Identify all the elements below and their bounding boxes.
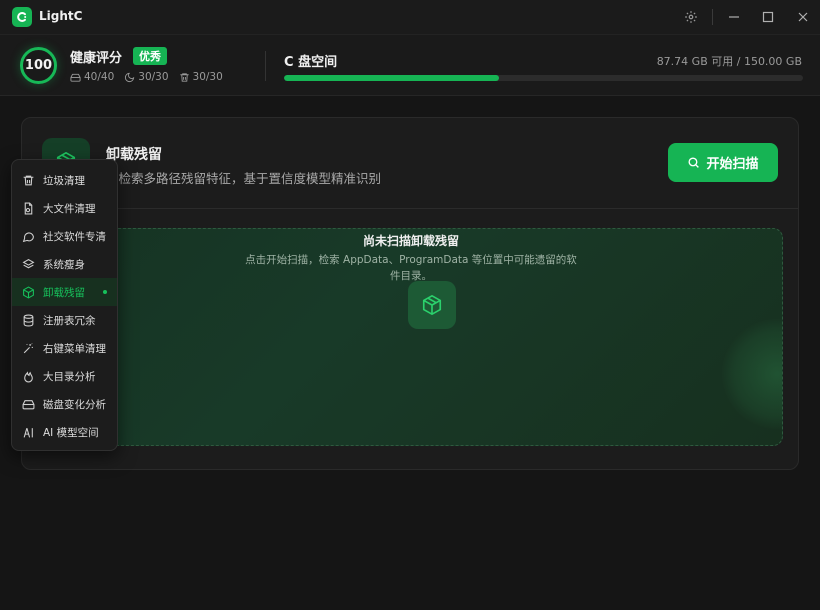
package-icon [23, 286, 34, 298]
close-button[interactable] [793, 7, 813, 27]
disk-title: C 盘空间 [284, 55, 338, 70]
search-icon [688, 157, 700, 168]
stat-memory-value: 30/30 [138, 71, 169, 83]
tool-menu: 垃圾清理 大文件清理 社交软件专清 系统瘦身 卸载残留 注册表冗余 右键菜单清理… [11, 159, 118, 451]
menu-item-label: 社交软件专清 [43, 230, 106, 243]
start-scan-label: 开始扫描 [706, 157, 759, 172]
uninstall-residue-card: 卸载残留 度检索多路径残留特征，基于置信度模型精准识别 开始扫描 尚未扫描卸载残… [21, 117, 799, 470]
health-score-title: 健康评分 [70, 51, 123, 66]
minimize-button[interactable] [724, 7, 744, 27]
hard-drive-icon [22, 399, 35, 409]
app-logo-icon [12, 7, 32, 27]
menu-item-system-slim[interactable]: 系统瘦身 [12, 250, 117, 278]
trash-icon [23, 175, 34, 185]
stat-junk: 30/30 [179, 71, 223, 83]
wand-icon [23, 342, 33, 353]
menu-item-label: 卸载残留 [43, 286, 85, 299]
decorative-glow [722, 319, 782, 429]
ai-icon [23, 427, 33, 438]
chat-icon [22, 231, 34, 242]
flame-icon [24, 370, 33, 382]
menu-item-label: 系统瘦身 [43, 258, 85, 271]
menu-item-social[interactable]: 社交软件专清 [12, 222, 117, 250]
start-scan-button[interactable]: 开始扫描 [668, 143, 778, 182]
stat-disk-value: 40/40 [84, 71, 115, 83]
disk-usage-fill [284, 75, 500, 81]
menu-item-label: 大文件清理 [43, 202, 96, 215]
health-badge: 优秀 [133, 47, 167, 65]
menu-item-registry[interactable]: 注册表冗余 [12, 306, 117, 334]
database-icon [23, 314, 34, 326]
hard-drive-icon [70, 73, 81, 82]
app-title: LightC [39, 9, 83, 23]
menu-item-label: 磁盘变化分析 [43, 398, 106, 411]
menu-item-label: 注册表冗余 [43, 314, 96, 327]
card-description: 度检索多路径残留特征，基于置信度模型精准识别 [106, 171, 382, 186]
maximize-button[interactable] [758, 7, 778, 27]
stat-disk: 40/40 [70, 71, 114, 83]
menu-item-context-menu[interactable]: 右键菜单清理 [12, 334, 117, 362]
menu-item-large-dir[interactable]: 大目录分析 [12, 362, 117, 390]
trash-icon [179, 72, 189, 82]
menu-item-label: AI 模型空间 [43, 426, 99, 439]
menu-item-ai-model[interactable]: AI 模型空间 [12, 418, 117, 446]
card-separator [22, 208, 798, 209]
empty-state-title: 尚未扫描卸载残留 [362, 234, 459, 248]
layers-icon [22, 258, 35, 268]
menu-item-label: 右键菜单清理 [43, 342, 106, 355]
disk-usage-bar [284, 75, 803, 81]
menu-item-uninstall-residue[interactable]: 卸载残留 [12, 278, 117, 306]
menu-item-disk-change[interactable]: 磁盘变化分析 [12, 390, 117, 418]
stat-junk-value: 30/30 [192, 71, 223, 83]
header-divider [265, 51, 266, 81]
health-stats: 40/40 30/30 30/30 [70, 71, 223, 83]
titlebar-divider [712, 9, 713, 25]
menu-item-junk-clean[interactable]: 垃圾清理 [12, 166, 117, 194]
health-score-ring: 100 [20, 47, 57, 84]
file-icon [24, 202, 33, 214]
moon-icon [125, 72, 135, 82]
empty-state-description: 点击开始扫描，检索 AppData、ProgramData 等位置中可能遗留的软… [245, 254, 577, 282]
menu-item-large-file[interactable]: 大文件清理 [12, 194, 117, 222]
stat-memory: 30/30 [124, 71, 169, 83]
disk-info: 87.74 GB 可用 / 150.00 GB [656, 55, 802, 68]
title-bar: LightC [0, 0, 820, 34]
status-header: 100 健康评分 优秀 40/40 30/30 30/30 C 盘空间 87.7… [0, 34, 820, 96]
menu-item-label: 大目录分析 [43, 370, 96, 383]
settings-icon[interactable] [681, 7, 701, 27]
menu-item-label: 垃圾清理 [43, 174, 85, 187]
package-icon [408, 281, 456, 329]
active-indicator-dot [103, 290, 107, 294]
